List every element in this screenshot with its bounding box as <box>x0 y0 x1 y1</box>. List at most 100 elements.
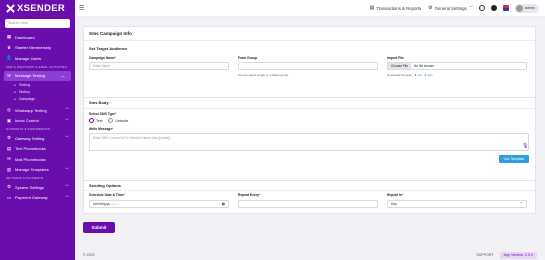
chevron-down-icon: ﹀ <box>65 184 69 190</box>
general-settings-link[interactable]: ⚙ General Settings ﹀ <box>428 5 473 11</box>
message-icon: ✉ <box>7 72 11 78</box>
campaign-info-card: Sms Campaign Info Set Target Audience Ca… <box>83 26 536 102</box>
theme-toggle-icon[interactable] <box>490 5 497 11</box>
sidebar-sub-history[interactable]: ● History <box>0 88 75 95</box>
brand-logo[interactable]: XSENDER <box>0 0 75 17</box>
sidebar-item-membership[interactable]: ♛ Startter Membership <box>0 43 75 54</box>
sms-body-card: Sms Body Select SMS Type* Text Unicode W… <box>83 97 536 183</box>
required-marker: * <box>114 56 117 60</box>
chevron-down-icon: ﹀ <box>519 202 523 206</box>
sidebar-sub-texting[interactable]: ● Texting <box>0 81 75 88</box>
no-file-text: No file chosen <box>414 64 435 68</box>
repeat-in-value: Day <box>391 202 397 206</box>
import-file-input[interactable]: Choose File No file chosen <box>387 62 527 70</box>
divider <box>84 190 535 191</box>
sidebar-item-system-settings[interactable]: ⚙ System Settings ﹀ <box>0 182 75 193</box>
avatar <box>515 4 523 12</box>
app-version-badge: App Version: 2.0.0 <box>499 251 537 259</box>
csv-text: csv <box>417 73 423 77</box>
chevron-down-icon: ﹀ <box>65 135 69 141</box>
sidebar-item-inbox[interactable]: ▣ Inbox Control ﹀ <box>0 116 75 127</box>
chevron-down-icon: ﹀ <box>65 166 69 172</box>
write-message-label-text: Write Message <box>89 127 113 131</box>
required-marker: * <box>115 112 117 116</box>
main-content: Sms Campaign Info Set Target Audience Ca… <box>75 17 545 260</box>
choose-file-button[interactable]: Choose File <box>388 63 412 69</box>
footer: © 2022 SUPPORT App Version: 2.0.0 <box>75 250 545 260</box>
from-group-label: From Group <box>238 56 258 60</box>
sidebar-sub-campaign[interactable]: ● Campaign <box>0 95 75 102</box>
sidebar-item-users[interactable]: 👤 Manage Users <box>0 53 75 64</box>
whatsapp-icon: ◎ <box>7 107 11 113</box>
sidebar-section-gateways: GATEWAYS & PHONEBOOKS <box>6 127 51 131</box>
download-csv-link[interactable]: ⬇ csv <box>414 73 422 77</box>
radio-text-label: Text <box>96 118 103 123</box>
sidebar-item-message-texting[interactable]: ✉ Message Texting ︿ <box>4 70 71 81</box>
gateway-icon: ⚙ <box>6 135 12 141</box>
crown-icon: ♛ <box>6 44 12 50</box>
required-marker: * <box>401 193 404 197</box>
sidebar-item-gateway[interactable]: ⚙ Gateway Setting ﹀ <box>0 133 75 144</box>
user-menu[interactable]: admin <box>514 3 539 13</box>
write-message-label: Write Message* <box>89 127 113 131</box>
language-flag-icon[interactable] <box>502 5 509 11</box>
calendar-icon[interactable]: ▦ <box>222 201 225 207</box>
gear-icon: ⚙ <box>428 5 433 11</box>
sidebar-item-whatsapp[interactable]: ◎ Whatsapp Texting ﹀ <box>0 105 75 116</box>
chevron-up-icon: ︿ <box>61 72 65 78</box>
import-file-label: Import File <box>387 56 404 60</box>
sidebar-item-text-phonebooks[interactable]: ▤ Text Phonebooks <box>0 144 75 155</box>
copyright: © 2022 <box>83 253 95 257</box>
repeat-in-select[interactable]: Day ﹀ <box>387 200 527 208</box>
repeat-every-label-text: Repeat Every <box>238 193 259 197</box>
sms-type-label: Select SMS Type* <box>89 112 116 116</box>
chevron-down-icon: ﹀ <box>65 107 69 113</box>
microphone-icon[interactable]: 🎙 <box>522 143 528 149</box>
download-sample-text: Download Sample: <box>387 73 413 77</box>
sidebar-section-settings: SETTINGS & PAYMENTS <box>6 176 44 180</box>
sidebar-item-dashboard[interactable]: ▦ Dashboard <box>0 32 75 43</box>
from-group-hint: Can be select single or multiple group <box>238 73 289 77</box>
schedule-label: Schedule Date & Time* <box>89 193 125 197</box>
transactions-link[interactable]: ▤ Transactions & Reports <box>370 5 421 11</box>
support-link[interactable]: SUPPORT <box>476 253 493 257</box>
menu-toggle-icon[interactable]: ☰ <box>79 5 84 12</box>
bullet-icon: ● <box>14 89 16 94</box>
sending-options-card: Sending Options Schedule Date & Time* mm… <box>83 180 536 214</box>
chevron-down-icon: ﹀ <box>65 194 69 200</box>
sending-options-heading: Sending Options <box>89 183 121 188</box>
chevron-down-icon: ﹀ <box>65 117 69 123</box>
target-audience-heading: Set Target Audience <box>89 46 128 51</box>
schedule-input[interactable]: mm/dd/yyyy --:-- -- ▦ <box>89 200 229 208</box>
submit-button[interactable]: Submit <box>83 222 115 233</box>
payment-icon: ▭ <box>6 194 12 200</box>
template-icon: ▥ <box>6 166 12 172</box>
campaign-name-label: Campaign Name* <box>89 56 116 60</box>
required-marker: * <box>258 193 261 197</box>
xlsx-text: xlsx <box>427 73 433 77</box>
topbar-actions: ▤ Transactions & Reports ⚙ General Setting… <box>363 3 545 13</box>
divider <box>84 108 535 109</box>
required-marker: * <box>112 127 114 131</box>
bullet-icon: ● <box>14 96 16 101</box>
use-template-button[interactable]: Use Template <box>499 155 529 163</box>
repeat-in-label-text: Repeat In <box>387 193 402 197</box>
campaign-name-input[interactable]: Enter Name <box>89 62 229 70</box>
from-group-select[interactable] <box>238 62 378 70</box>
bullet-icon: ● <box>14 82 16 87</box>
message-textarea[interactable]: Enter SMS Content & For Mention Name Use… <box>89 133 529 151</box>
refresh-icon[interactable] <box>478 5 485 11</box>
download-sample: Download Sample: ⬇ csv ⬇ xlsx <box>387 73 433 77</box>
repeat-every-input[interactable] <box>238 200 378 208</box>
repeat-every-label: Repeat Every* <box>238 193 260 197</box>
sidebar-item-templates[interactable]: ▥ Manage Templates ﹀ <box>0 165 75 176</box>
sidebar-item-mail-phonebooks[interactable]: ✉ Mail Phonebooks <box>0 154 75 165</box>
download-xlsx-link[interactable]: ⬇ xlsx <box>424 73 433 77</box>
radio-text[interactable] <box>89 118 94 123</box>
logo-mark-icon <box>6 4 15 13</box>
repeat-in-label: Repeat In* <box>387 193 403 197</box>
book-icon: ▤ <box>6 145 12 151</box>
radio-unicode[interactable] <box>108 118 114 123</box>
sidebar-item-payment-gateway[interactable]: ▭ Payment Gateway ﹀ <box>0 193 75 204</box>
sidebar-search-input[interactable]: Search Here <box>5 19 70 28</box>
